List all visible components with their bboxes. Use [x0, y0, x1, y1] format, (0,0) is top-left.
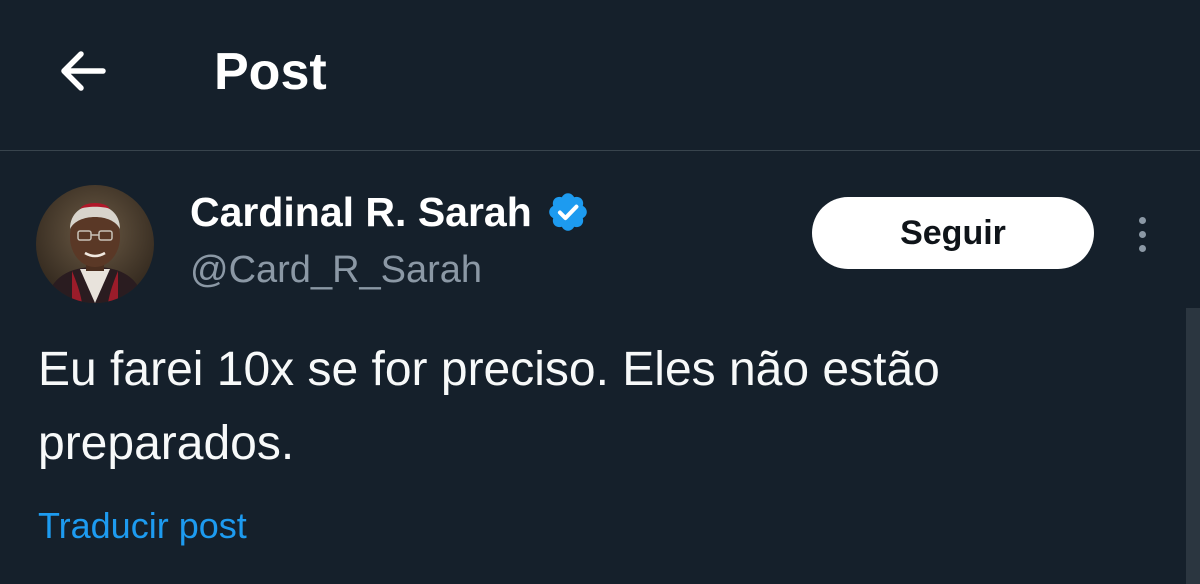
more-options-button[interactable] [1122, 206, 1162, 262]
verified-badge-icon [546, 190, 590, 234]
avatar-image [36, 185, 154, 303]
translate-post-link[interactable]: Traducir post [38, 502, 247, 550]
author-name: Cardinal R. Sarah [190, 189, 532, 235]
avatar[interactable] [36, 185, 154, 303]
top-bar: Post [0, 0, 1200, 150]
scrollbar[interactable] [1186, 308, 1200, 584]
back-button[interactable] [50, 38, 116, 104]
arrow-left-icon [61, 51, 106, 91]
header-divider [0, 150, 1200, 151]
page-title: Post [214, 43, 327, 101]
more-vertical-icon [1138, 216, 1146, 224]
author-handle[interactable]: @Card_R_Sarah [190, 245, 482, 295]
post-text: Eu farei 10x se for preciso. Eles não es… [38, 343, 940, 470]
more-vertical-icon-dot [1138, 230, 1146, 238]
author-name-row[interactable]: Cardinal R. Sarah [190, 186, 590, 238]
more-vertical-icon-dot [1138, 244, 1146, 252]
follow-button[interactable]: Seguir [812, 197, 1094, 269]
